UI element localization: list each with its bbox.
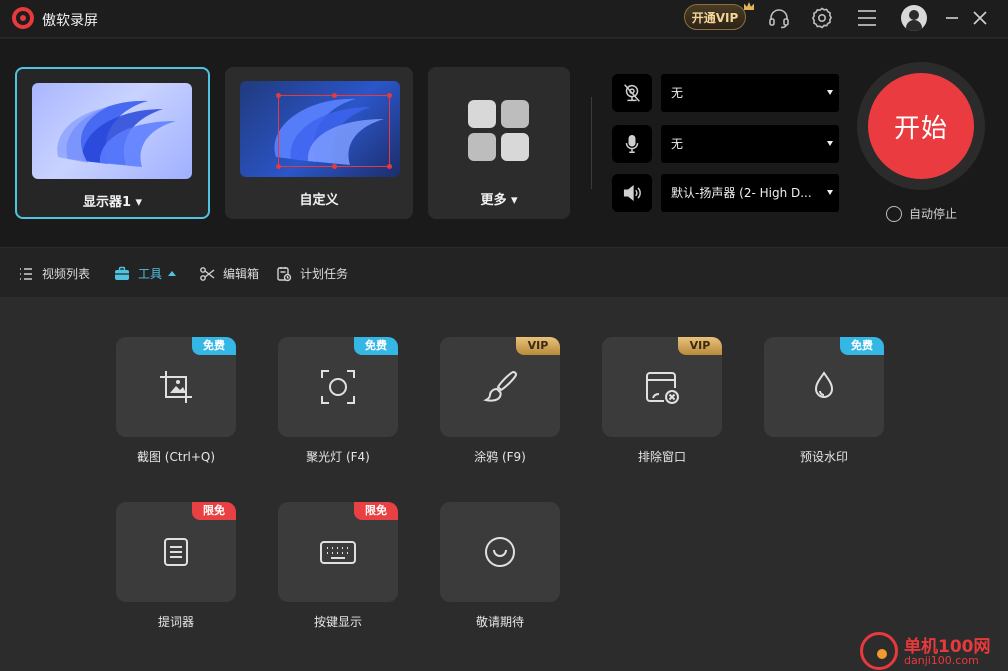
tab-schedule[interactable]: 计划任务	[276, 265, 348, 282]
app-logo-icon	[12, 7, 34, 29]
badge-vip: VIP	[516, 337, 560, 355]
selection-box	[276, 93, 392, 169]
tool-spotlight-label: 聚光灯 (F4)	[306, 450, 370, 464]
tab-label: 编辑箱	[223, 267, 260, 281]
tab-bar: 视频列表 工具 编辑箱 计划任务	[0, 249, 1008, 297]
tab-label: 工具	[138, 267, 163, 281]
microphone-select-value: 无	[671, 137, 684, 151]
tool-teleprompter[interactable]: 限免	[116, 502, 236, 602]
camera-select-value: 无	[671, 86, 684, 100]
screenshot-icon	[160, 371, 192, 403]
mode-more-label: 更多 ▾	[480, 193, 518, 208]
badge-limited-free: 限免	[354, 502, 398, 520]
chevron-down-icon	[827, 141, 833, 146]
coming-soon-icon	[485, 537, 515, 567]
avatar[interactable]	[901, 5, 927, 31]
mode-display-label: 显示器1 ▾	[82, 195, 143, 210]
badge-free: 免费	[354, 337, 398, 355]
minimize-icon[interactable]	[940, 6, 964, 30]
schedule-icon	[277, 266, 292, 281]
display-thumbnail	[32, 83, 192, 179]
mode-custom-label: 自定义	[299, 193, 339, 208]
menu-icon[interactable]	[855, 6, 879, 30]
tool-coming-soon[interactable]	[440, 502, 560, 602]
tool-screenshot-label: 截图 (Ctrl+Q)	[136, 450, 216, 464]
tool-brush-label: 涂鸦 (F9)	[474, 450, 526, 464]
watermark-logo-icon	[860, 632, 898, 670]
auto-stop-label: 自动停止	[909, 207, 958, 221]
tool-coming-soon-label: 敬请期待	[475, 615, 524, 629]
chevron-down-icon	[827, 90, 833, 95]
camera-off-icon[interactable]	[612, 74, 652, 112]
watermark-line2: danji100.com	[904, 654, 979, 667]
brush-icon	[483, 370, 518, 402]
app-title: 傲软录屏	[42, 13, 98, 29]
mode-display-1[interactable]: 显示器1 ▾	[15, 67, 210, 219]
open-vip-button[interactable]: 开通VIP	[684, 4, 746, 30]
tab-label: 计划任务	[300, 267, 349, 281]
exclude-window-icon	[646, 372, 679, 404]
chevron-up-icon	[168, 271, 177, 276]
toolbox-icon	[115, 266, 129, 280]
badge-free: 免费	[192, 337, 236, 355]
divider	[591, 97, 592, 189]
tab-label: 视频列表	[42, 267, 91, 281]
tool-keyboard-display-label: 按键显示	[313, 615, 362, 629]
speaker-select[interactable]: 默认-扬声器 (2- High D...	[661, 174, 839, 212]
badge-limited-free: 限免	[192, 502, 236, 520]
close-icon[interactable]	[968, 6, 992, 30]
keyboard-icon	[320, 541, 356, 564]
chevron-down-icon	[827, 190, 833, 195]
tool-keyboard-display[interactable]: 限免	[278, 502, 398, 602]
auto-stop-option[interactable]: 自动停止	[886, 205, 957, 222]
tools-panel: 免费 截图 (Ctrl+Q) 免费 聚光灯 (F4) VIP 涂鸦 (F9) V…	[0, 297, 1008, 671]
spotlight-icon	[321, 370, 355, 404]
mode-more[interactable]: 更多 ▾	[428, 67, 570, 219]
gear-icon[interactable]	[810, 6, 834, 30]
grid-icon	[468, 100, 530, 162]
camera-select[interactable]: 无	[661, 74, 839, 112]
site-watermark: 单机100网 danji100.com	[858, 630, 1008, 671]
capture-panel: 显示器1 ▾ 自定义 更多 ▾ 无 无 默认-扬声器 (2- High D...…	[0, 39, 1008, 248]
speaker-select-value: 默认-扬声器 (2- High D...	[671, 186, 812, 200]
mode-custom[interactable]: 自定义	[225, 67, 413, 219]
tab-video-list[interactable]: 视频列表	[18, 265, 90, 282]
tool-brush[interactable]: VIP	[440, 337, 560, 437]
tool-teleprompter-label: 提词器	[157, 615, 194, 629]
microphone-icon[interactable]	[612, 125, 652, 163]
crown-icon	[744, 2, 754, 10]
microphone-select[interactable]: 无	[661, 125, 839, 163]
auto-stop-radio[interactable]	[886, 205, 902, 222]
start-record-button[interactable]: 开始	[868, 73, 974, 179]
tool-spotlight[interactable]: 免费	[278, 337, 398, 437]
app-window: 傲软录屏 开通VIP 显示器1 ▾ 自定义 更多 ▾ 无 无 默认-扬声器 (2…	[0, 0, 1008, 671]
badge-vip: VIP	[678, 337, 722, 355]
title-bar: 傲软录屏 开通VIP	[0, 0, 1008, 38]
tool-exclude-window[interactable]: VIP	[602, 337, 722, 437]
speaker-icon[interactable]	[612, 174, 652, 212]
custom-thumbnail	[240, 81, 400, 177]
badge-free: 免费	[840, 337, 884, 355]
tool-watermark[interactable]: 免费	[764, 337, 884, 437]
tab-edit-box[interactable]: 编辑箱	[199, 265, 259, 282]
list-icon	[20, 267, 32, 280]
tool-screenshot[interactable]: 免费	[116, 337, 236, 437]
scissors-icon	[200, 266, 215, 281]
tool-watermark-label: 预设水印	[799, 450, 848, 464]
tab-tools[interactable]: 工具	[114, 265, 177, 282]
tool-exclude-window-label: 排除窗口	[637, 450, 686, 464]
teleprompter-icon	[164, 538, 188, 566]
headset-icon[interactable]	[767, 6, 791, 30]
watermark-drop-icon	[814, 371, 834, 398]
